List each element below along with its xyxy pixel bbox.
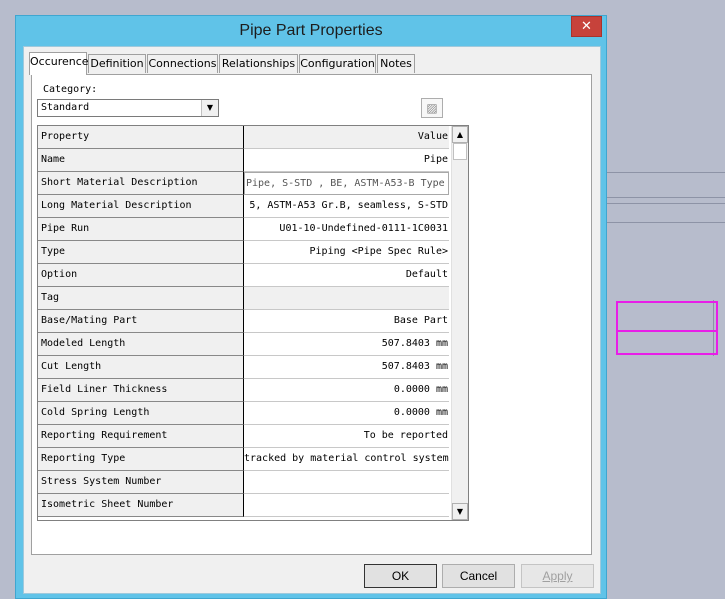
property-column-header: Property xyxy=(38,126,244,149)
table-row[interactable]: Name Pipe xyxy=(38,149,449,172)
tab-configuration[interactable]: Configuration xyxy=(299,54,376,73)
selected-pipe-highlight[interactable] xyxy=(616,330,718,355)
pipe-edge-line xyxy=(607,203,725,204)
table-row[interactable]: Reporting Requirement To be reported xyxy=(38,425,449,448)
property-value[interactable]: Base Part xyxy=(244,310,449,333)
table-row[interactable]: Modeled Length 507.8403 mm xyxy=(38,333,449,356)
grid-header-row: Property Value xyxy=(38,126,449,149)
dialog-title: Pipe Part Properties xyxy=(239,22,383,39)
table-row[interactable]: Type Piping <Pipe Spec Rule> xyxy=(38,241,449,264)
property-value[interactable]: tracked by material control system xyxy=(244,448,449,471)
property-value[interactable]: 0.0000 mm xyxy=(244,402,449,425)
pipe-edge-line xyxy=(607,172,725,173)
table-row[interactable]: Stress System Number xyxy=(38,471,449,494)
category-value: Standard xyxy=(41,102,90,113)
occurence-tab-panel: Category: Standard ▼ ▨ Property Value Na… xyxy=(31,74,592,555)
property-name: Isometric Sheet Number xyxy=(38,494,244,517)
property-name: Pipe Run xyxy=(38,218,244,241)
property-name: Stress System Number xyxy=(38,471,244,494)
property-value[interactable]: Pipe, S-STD , BE, ASTM-A53-B Type S xyxy=(244,172,449,195)
property-value[interactable]: Piping <Pipe Spec Rule> xyxy=(244,241,449,264)
property-name: Reporting Requirement xyxy=(38,425,244,448)
property-name: Modeled Length xyxy=(38,333,244,356)
category-label: Category: xyxy=(43,84,98,95)
table-row[interactable]: Pipe Run U01-10-Undefined-0111-1C0031 xyxy=(38,218,449,241)
property-name: Long Material Description xyxy=(38,195,244,218)
property-name: Name xyxy=(38,149,244,172)
tab-connections[interactable]: Connections xyxy=(147,54,218,73)
chevron-down-icon[interactable]: ▼ xyxy=(201,100,218,116)
tab-notes[interactable]: Notes xyxy=(377,54,415,73)
property-name: Base/Mating Part xyxy=(38,310,244,333)
property-value[interactable]: U01-10-Undefined-0111-1C0031 xyxy=(244,218,449,241)
property-grid[interactable]: Property Value Name Pipe Short Material … xyxy=(37,125,469,521)
property-value[interactable] xyxy=(244,494,449,517)
grid-scrollbar[interactable]: ▲ ▼ xyxy=(451,126,468,520)
property-value[interactable]: 5, ASTM-A53 Gr.B, seamless, S-STD xyxy=(244,195,449,218)
close-icon: ✕ xyxy=(581,19,592,34)
property-value[interactable]: 0.0000 mm xyxy=(244,379,449,402)
table-row[interactable]: Field Liner Thickness 0.0000 mm xyxy=(38,379,449,402)
pipe-edge-line xyxy=(607,197,725,198)
pipe-part-properties-dialog: Pipe Part Properties ✕ Occurence Definit… xyxy=(15,15,607,599)
properties-tool-icon: ▨ xyxy=(426,101,438,115)
property-name: Reporting Type xyxy=(38,448,244,471)
property-value[interactable]: Default xyxy=(244,264,449,287)
property-value[interactable] xyxy=(244,471,449,494)
value-column-header: Value xyxy=(244,126,449,149)
tab-occurence[interactable]: Occurence xyxy=(29,52,89,75)
apply-button[interactable]: Apply xyxy=(521,564,594,588)
table-row[interactable]: Long Material Description 5, ASTM-A53 Gr… xyxy=(38,195,449,218)
table-row[interactable]: Isometric Sheet Number xyxy=(38,494,449,517)
scrollbar-thumb[interactable] xyxy=(453,143,467,160)
property-value[interactable]: Pipe xyxy=(244,149,449,172)
title-bar[interactable]: Pipe Part Properties ✕ xyxy=(16,16,606,46)
tab-definition[interactable]: Definition xyxy=(88,54,146,73)
properties-tool-button[interactable]: ▨ xyxy=(421,98,443,118)
table-row[interactable]: Base/Mating Part Base Part xyxy=(38,310,449,333)
table-row[interactable]: Option Default xyxy=(38,264,449,287)
table-row[interactable]: Tag xyxy=(38,287,449,310)
tab-relationships[interactable]: Relationships xyxy=(219,54,298,73)
property-name: Tag xyxy=(38,287,244,310)
arrow-down-icon[interactable]: ▼ xyxy=(452,503,468,520)
property-name: Short Material Description xyxy=(38,172,244,195)
property-name: Cut Length xyxy=(38,356,244,379)
property-value xyxy=(244,287,449,310)
close-button[interactable]: ✕ xyxy=(571,16,602,37)
selected-pipe-highlight[interactable] xyxy=(616,301,718,332)
arrow-up-icon[interactable]: ▲ xyxy=(452,126,468,143)
table-row[interactable]: Cold Spring Length 0.0000 mm xyxy=(38,402,449,425)
property-name: Option xyxy=(38,264,244,287)
category-dropdown[interactable]: Standard ▼ xyxy=(37,99,219,117)
property-name: Field Liner Thickness xyxy=(38,379,244,402)
property-name: Cold Spring Length xyxy=(38,402,244,425)
property-name: Type xyxy=(38,241,244,264)
table-row[interactable]: Short Material Description Pipe, S-STD ,… xyxy=(38,172,449,195)
table-row[interactable]: Reporting Type tracked by material contr… xyxy=(38,448,449,471)
cancel-button[interactable]: Cancel xyxy=(442,564,515,588)
table-row[interactable]: Cut Length 507.8403 mm xyxy=(38,356,449,379)
dialog-body: Occurence Definition Connections Relatio… xyxy=(23,46,601,594)
pipe-edge-line xyxy=(607,222,725,223)
ok-button[interactable]: OK xyxy=(364,564,437,588)
property-value[interactable]: To be reported xyxy=(244,425,449,448)
property-value[interactable]: 507.8403 mm xyxy=(244,356,449,379)
property-value[interactable]: 507.8403 mm xyxy=(244,333,449,356)
